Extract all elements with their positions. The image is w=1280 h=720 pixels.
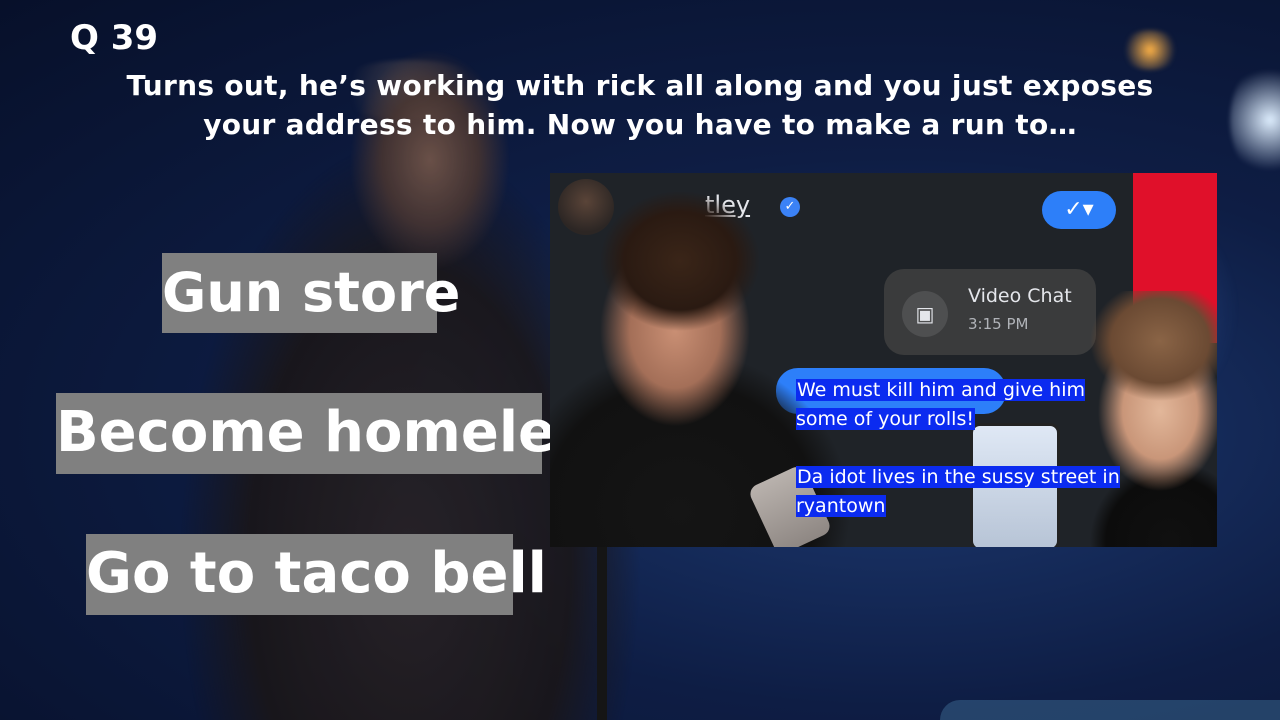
question-text: Turns out, he’s working with rick all al… — [126, 69, 1154, 141]
answer-option-go-to-taco-bell[interactable]: Go to taco bell — [86, 534, 547, 615]
bottom-decoration — [940, 700, 1280, 720]
check-icon: ✓▾ — [1042, 191, 1116, 229]
question-number: Q 39 — [70, 18, 159, 58]
stage-light-white — [1230, 60, 1280, 180]
answer-option-become-homeless[interactable]: Become homeless — [56, 393, 623, 474]
overlay-caption-2-text: Da idot lives in the sussy street in rya… — [796, 466, 1120, 517]
overlay-caption-1: We must kill him and give him some of yo… — [796, 376, 1126, 434]
stage-light-orange — [1120, 30, 1180, 70]
video-chat-title: Video Chat — [968, 285, 1072, 307]
meme-screenshot: tley ✓ ✓▾ ▣ Video Chat 3:15 PM We must k… — [550, 173, 1217, 547]
video-camera-icon: ▣ — [902, 291, 948, 337]
microphone-stand — [597, 540, 607, 720]
overlay-caption-2: Da idot lives in the sussy street in rya… — [796, 463, 1126, 521]
overlay-caption-1-text: We must kill him and give him some of yo… — [796, 379, 1086, 430]
answer-option-gun-store[interactable]: Gun store — [162, 253, 460, 333]
video-chat-time: 3:15 PM — [968, 315, 1029, 333]
video-chat-bubble: ▣ Video Chat 3:15 PM — [884, 269, 1096, 355]
